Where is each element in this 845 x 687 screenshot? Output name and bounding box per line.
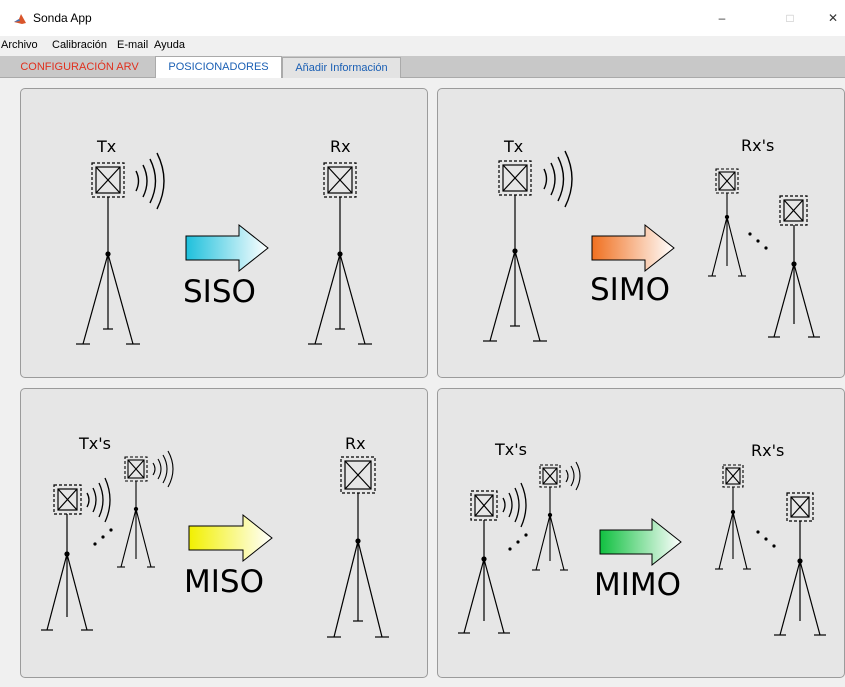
window-title: Sonda App xyxy=(33,11,92,25)
tab-configuracion-arv[interactable]: CONFIGURACIÓN ARV xyxy=(4,57,155,78)
minimize-icon: – xyxy=(718,11,726,25)
rx-antenna-icon xyxy=(308,162,372,345)
maximize-button[interactable]: □ xyxy=(775,6,805,30)
menu-email[interactable]: E-mail xyxy=(117,39,148,51)
menu-bar: Archivo Calibración E-mail Ayuda xyxy=(0,36,845,56)
tx-label: Tx xyxy=(96,137,116,156)
panel-siso[interactable]: Tx Rx SISO xyxy=(20,88,428,378)
rx-label: Rx's xyxy=(741,136,774,155)
tab-anadir-informacion[interactable]: Añadir Información xyxy=(282,57,401,78)
simo-arrow-icon xyxy=(591,223,675,273)
mode-label-simo: SIMO xyxy=(590,272,670,308)
signal-waves-icon xyxy=(86,477,111,523)
tx-label: Tx xyxy=(503,137,523,156)
mode-label-miso: MISO xyxy=(184,564,264,600)
signal-waves-small-icon xyxy=(152,450,174,488)
tab-content: Tx Rx SISO Tx Rx's SIMO Tx's Rx MISO Tx'… xyxy=(0,78,845,687)
tab-strip: CONFIGURACIÓN ARV POSICIONADORES Añadir … xyxy=(0,56,845,78)
panel-simo[interactable]: Tx Rx's SIMO xyxy=(437,88,845,378)
rx-label: Rx xyxy=(345,434,366,453)
mimo-arrow-icon xyxy=(599,517,682,567)
tx-antenna-small-icon xyxy=(117,456,155,568)
miso-arrow-icon xyxy=(188,513,273,563)
panel-mimo[interactable]: Tx's Rx's MIMO xyxy=(437,388,845,678)
ellipsis-dots-icon xyxy=(756,530,776,548)
menu-archivo[interactable]: Archivo xyxy=(1,39,38,51)
tab-posicionadores[interactable]: POSICIONADORES xyxy=(155,56,282,78)
tx-label: Tx's xyxy=(78,434,111,453)
minimize-button[interactable]: – xyxy=(707,6,737,30)
rx-antenna-icon xyxy=(768,195,820,338)
rx-label: Rx xyxy=(330,137,351,156)
signal-waves-small-icon xyxy=(565,461,581,491)
tx-antenna-icon xyxy=(483,160,547,342)
signal-waves-icon xyxy=(135,152,165,210)
ellipsis-dots-icon xyxy=(508,533,528,551)
signal-waves-icon xyxy=(543,150,573,208)
rx-antenna-icon xyxy=(327,456,389,638)
title-bar: Sonda App – □ ✕ xyxy=(0,0,845,36)
tx-antenna-small-icon xyxy=(532,464,568,571)
tx-antenna-icon xyxy=(41,484,93,631)
ellipsis-dots-icon xyxy=(93,528,113,546)
ellipsis-dots-icon xyxy=(748,232,768,250)
signal-waves-icon xyxy=(502,482,527,528)
panel-miso[interactable]: Tx's Rx MISO xyxy=(20,388,428,678)
tx-antenna-icon xyxy=(458,490,510,634)
tx-label: Tx's xyxy=(494,440,527,459)
mode-label-mimo: MIMO xyxy=(594,567,681,603)
mode-label-siso: SISO xyxy=(183,274,256,310)
rx-label: Rx's xyxy=(751,441,784,460)
tx-antenna-icon xyxy=(76,162,140,345)
matlab-icon xyxy=(14,14,26,24)
close-button[interactable]: ✕ xyxy=(818,6,845,30)
menu-calibracion[interactable]: Calibración xyxy=(52,39,107,51)
maximize-icon: □ xyxy=(786,11,794,25)
rx-antenna-icon xyxy=(774,492,826,636)
menu-ayuda[interactable]: Ayuda xyxy=(154,39,185,51)
rx-antenna-small-icon xyxy=(708,168,746,277)
close-icon: ✕ xyxy=(827,11,839,25)
siso-arrow-icon xyxy=(185,223,269,273)
rx-antenna-small-icon xyxy=(715,464,751,570)
